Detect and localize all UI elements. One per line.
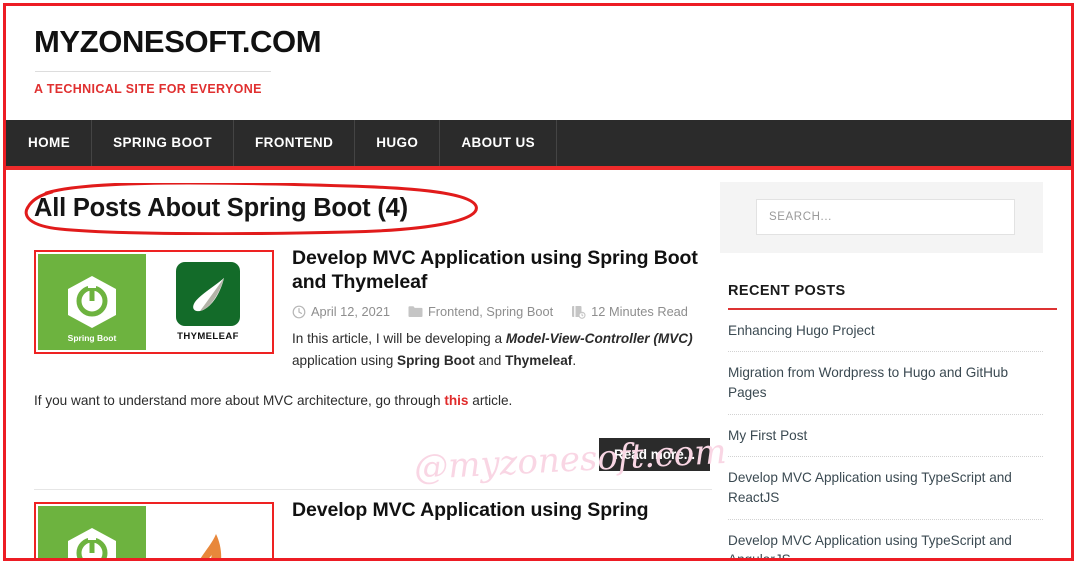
sidebar: RECENT POSTS Enhancing Hugo Project Migr…: [712, 181, 1071, 558]
site-page: MYZONESOFT.COM A TECHNICAL SITE FOR EVER…: [6, 6, 1071, 558]
thymeleaf-label: THYMELEAF: [177, 330, 239, 342]
excerpt-text-a: In this article, I will be developing a: [292, 331, 506, 347]
list-item: My First Post: [728, 415, 1043, 458]
post-thumbnail[interactable]: [34, 502, 274, 558]
excerpt-strong-spring-boot: Spring Boot: [397, 353, 475, 369]
read-more-button[interactable]: Read more...: [598, 438, 710, 472]
flame-icon: [200, 534, 222, 558]
spring-boot-logo-icon: [38, 506, 146, 558]
thymeleaf-block: THYMELEAF: [146, 253, 270, 350]
recent-post-link[interactable]: Develop MVC Application using TypeScript…: [728, 468, 1043, 507]
post-categories-text: Frontend, Spring Boot: [427, 304, 554, 320]
excerpt-text-d: .: [572, 353, 577, 369]
title-divider: [35, 70, 271, 72]
thumbnail-image: Spring Boot THYMELEAF: [38, 253, 270, 350]
site-header: MYZONESOFT.COM A TECHNICAL SITE FOR EVER…: [6, 6, 1071, 106]
post-date-text: April 12, 2021: [311, 304, 390, 320]
spring-boot-label: Spring Boot: [67, 332, 117, 343]
angular-block: [146, 506, 270, 558]
excerpt2-text-a: If you want to understand more about MVC…: [34, 393, 445, 409]
excerpt-text-b: application using: [292, 353, 398, 369]
post-meta: April 12, 2021 Frontend, Spring Boot 12 …: [292, 304, 712, 319]
thumbnail-image: [38, 506, 270, 558]
nav-item-frontend[interactable]: FRONTEND: [234, 119, 356, 166]
main-navigation: HOME SPRING BOOT FRONTEND HUGO ABOUT US: [6, 119, 1071, 170]
nav-item-spring-boot[interactable]: SPRING BOOT: [92, 119, 235, 166]
archive-header: All Posts About Spring Boot (4): [24, 182, 712, 238]
site-title: MYZONESOFT.COM: [34, 24, 322, 59]
browser-page-screenshot: MYZONESOFT.COM A TECHNICAL SITE FOR EVER…: [0, 0, 1079, 564]
search-input[interactable]: [756, 198, 1015, 235]
post-read-time-text: 12 Minutes Read: [591, 304, 688, 320]
recent-post-link[interactable]: My First Post: [728, 426, 1043, 446]
nav-item-hugo[interactable]: HUGO: [355, 119, 441, 166]
post-categories: Frontend, Spring Boot: [408, 304, 553, 319]
recent-posts-title: RECENT POSTS: [728, 282, 846, 299]
excerpt-emphasis: Model-View-Controller (MVC): [505, 331, 693, 347]
recent-post-link[interactable]: Migration from Wordpress to Hugo and Git…: [728, 363, 1043, 402]
clock-icon: [292, 305, 306, 318]
thymeleaf-logo-icon: [176, 261, 240, 326]
post-item: Spring Boot THYMELEAF Develop MVC Applic…: [34, 244, 712, 491]
spring-boot-logo-icon: Spring Boot: [38, 253, 146, 350]
post-divider: [34, 489, 712, 491]
post-read-time: 12 Minutes Read: [571, 304, 688, 319]
post-item: Develop MVC Application using Spring: [34, 496, 712, 558]
read-more-row: Read more...: [34, 412, 712, 472]
list-item: Enhancing Hugo Project: [728, 310, 1043, 353]
list-item: Develop MVC Application using TypeScript…: [728, 520, 1043, 558]
reading-time-icon: [572, 305, 586, 319]
page-title: All Posts About Spring Boot (4): [34, 193, 408, 222]
search-widget: [720, 181, 1043, 253]
excerpt-strong-thymeleaf: Thymeleaf: [505, 353, 573, 369]
site-tagline: A TECHNICAL SITE FOR EVERYONE: [34, 81, 262, 96]
post-date: April 12, 2021: [292, 304, 390, 319]
post-thumbnail[interactable]: Spring Boot THYMELEAF: [34, 249, 274, 354]
recent-posts-list: Enhancing Hugo Project Migration from Wo…: [720, 310, 1043, 558]
recent-post-link[interactable]: Develop MVC Application using TypeScript…: [728, 531, 1043, 558]
nav-item-about-us[interactable]: ABOUT US: [440, 119, 558, 166]
post-excerpt-paragraph-2: If you want to understand more about MVC…: [34, 390, 712, 412]
list-item: Migration from Wordpress to Hugo and Git…: [728, 352, 1043, 415]
main-column: All Posts About Spring Boot (4) Spring B…: [6, 182, 727, 558]
nav-item-home[interactable]: HOME: [6, 119, 93, 166]
excerpt-text-c: and: [474, 353, 506, 369]
excerpt2-text-b: article.: [468, 393, 513, 409]
list-item: Develop MVC Application using TypeScript…: [728, 457, 1043, 520]
content-area: All Posts About Spring Boot (4) Spring B…: [6, 170, 1071, 558]
recent-post-link[interactable]: Enhancing Hugo Project: [728, 321, 1043, 341]
this-article-link[interactable]: this: [444, 393, 468, 408]
folder-icon: [408, 306, 423, 318]
